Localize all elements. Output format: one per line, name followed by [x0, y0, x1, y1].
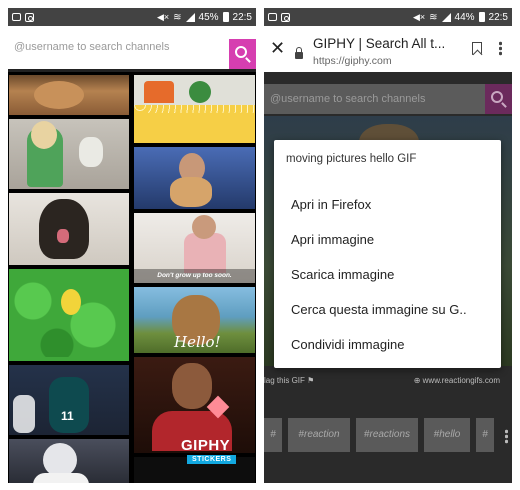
head-shape	[192, 215, 216, 239]
wifi-icon: ≋	[429, 11, 438, 23]
search-icon	[491, 91, 503, 103]
instagram-icon	[281, 12, 290, 22]
search-input[interactable]: @username to search channels	[270, 93, 425, 105]
browser-toolbar: ✕ GIPHY | Search All t... https://giphy.…	[264, 26, 512, 72]
image-context-menu: moving pictures hello GIF Apri in Firefo…	[274, 140, 501, 368]
status-bar: ◀× ≋ 45% 22:5	[8, 8, 256, 26]
giphy-logo-text: GIPHY	[181, 437, 231, 454]
left-phone-screen: ◀× ≋ 45% 22:5 @username to search channe…	[8, 8, 256, 483]
gif-man-with-dog[interactable]	[134, 147, 255, 209]
jersey-shape	[33, 473, 89, 483]
flag-link[interactable]: lag this GIF ⚑	[264, 376, 314, 385]
gif-grid: 11 Don't grow up too soon. Hello! GIPHY …	[8, 72, 256, 483]
battery-icon	[478, 12, 485, 22]
gif-dont-grow-up[interactable]: Don't grow up too soon.	[134, 213, 255, 283]
battery-text: 44%	[454, 11, 475, 23]
giphy-stickers-badge[interactable]: GIPHY STICKERS	[181, 437, 246, 473]
close-icon[interactable]: ✕	[270, 38, 285, 59]
jersey-number: 11	[61, 409, 74, 423]
instagram-icon	[25, 12, 34, 22]
battery-icon	[222, 12, 229, 22]
channel-search-bar[interactable]: @username to search channels	[8, 26, 256, 72]
more-vert-icon[interactable]	[505, 429, 508, 444]
menu-item-open-in-firefox[interactable]: Apri in Firefox	[291, 197, 371, 212]
dog-shape	[170, 177, 212, 207]
page-url[interactable]: https://giphy.com	[313, 55, 392, 67]
gif-woman-with-pet[interactable]	[9, 119, 129, 189]
gif-food-illustration[interactable]	[134, 75, 255, 143]
gif-homer-bush[interactable]	[9, 269, 129, 361]
flag-icon: ⚑	[307, 376, 315, 385]
gif-meta-row: lag this GIF ⚑ ⊕ www.reactiongifs.com	[264, 374, 512, 388]
clock: 22:5	[488, 11, 508, 23]
wifi-icon: ≋	[173, 11, 182, 23]
hair-shape	[31, 121, 57, 149]
player-shape	[13, 395, 35, 433]
mute-icon: ◀×	[156, 11, 170, 22]
homer-shape	[61, 289, 81, 315]
gif-caption: Hello!	[174, 333, 221, 351]
bookmark-icon[interactable]	[472, 42, 482, 55]
search-button[interactable]	[485, 84, 512, 114]
tag-row: # #reaction #reactions #hello #	[264, 418, 512, 452]
dog-shape	[34, 81, 84, 109]
tag-chip[interactable]: #hello	[424, 418, 470, 452]
gif-black-dog[interactable]	[9, 193, 129, 265]
menu-item-open-image[interactable]: Apri immagine	[291, 232, 374, 247]
tongue-shape	[57, 229, 69, 243]
gif-hello-bear[interactable]: Hello!	[134, 287, 255, 353]
mute-icon: ◀×	[412, 11, 426, 22]
notification-icon	[12, 13, 21, 21]
page-title[interactable]: GIPHY | Search All t...	[313, 36, 445, 51]
body-shape	[184, 233, 226, 273]
signal-icon	[441, 12, 451, 22]
source-link[interactable]: ⊕ www.reactiongifs.com	[414, 376, 500, 385]
menu-item-download-image[interactable]: Scarica immagine	[291, 267, 394, 282]
channel-search-bar[interactable]: @username to search channels	[264, 84, 512, 114]
more-vert-icon[interactable]	[499, 41, 502, 56]
notification-icon	[268, 13, 277, 21]
helmet-shape	[43, 443, 77, 477]
source-label: www.reactiongifs.com	[422, 376, 500, 385]
wave-pattern	[134, 105, 255, 113]
lock-icon	[295, 47, 303, 59]
tag-chip[interactable]: #reactions	[356, 418, 418, 452]
status-bar: ◀× ≋ 44% 22:5	[264, 8, 512, 26]
tag-chip[interactable]: #reaction	[288, 418, 350, 452]
signal-icon	[185, 12, 195, 22]
tag-chip[interactable]: #	[264, 418, 282, 452]
cake-shape	[144, 81, 174, 103]
clock: 22:5	[232, 11, 252, 23]
gif-caption: Don't grow up too soon.	[134, 269, 255, 283]
stickers-label: STICKERS	[187, 455, 237, 464]
menu-item-search-image[interactable]: Cerca questa immagine su G..	[291, 302, 467, 317]
flag-label: lag this GIF	[264, 376, 305, 385]
search-icon	[235, 46, 247, 58]
search-button[interactable]	[229, 39, 256, 72]
tag-chip[interactable]: #	[476, 418, 494, 452]
right-phone-screen: ◀× ≋ 44% 22:5 ✕ GIPHY | Search All t... …	[264, 8, 512, 483]
globe-icon: ⊕	[413, 376, 421, 385]
face-shape	[172, 363, 212, 409]
menu-item-share-image[interactable]: Condividi immagine	[291, 337, 404, 352]
gif-football-player[interactable]: 11	[9, 365, 129, 435]
search-input[interactable]: @username to search channels	[14, 41, 169, 53]
player-shape	[49, 377, 89, 433]
plate-shape	[189, 81, 211, 103]
gif-dallas-player[interactable]	[9, 439, 129, 483]
context-menu-title: moving pictures hello GIF	[286, 153, 417, 165]
battery-text: 45%	[198, 11, 219, 23]
pet-shape	[79, 137, 103, 167]
gif-dog-closeup[interactable]	[9, 75, 129, 115]
